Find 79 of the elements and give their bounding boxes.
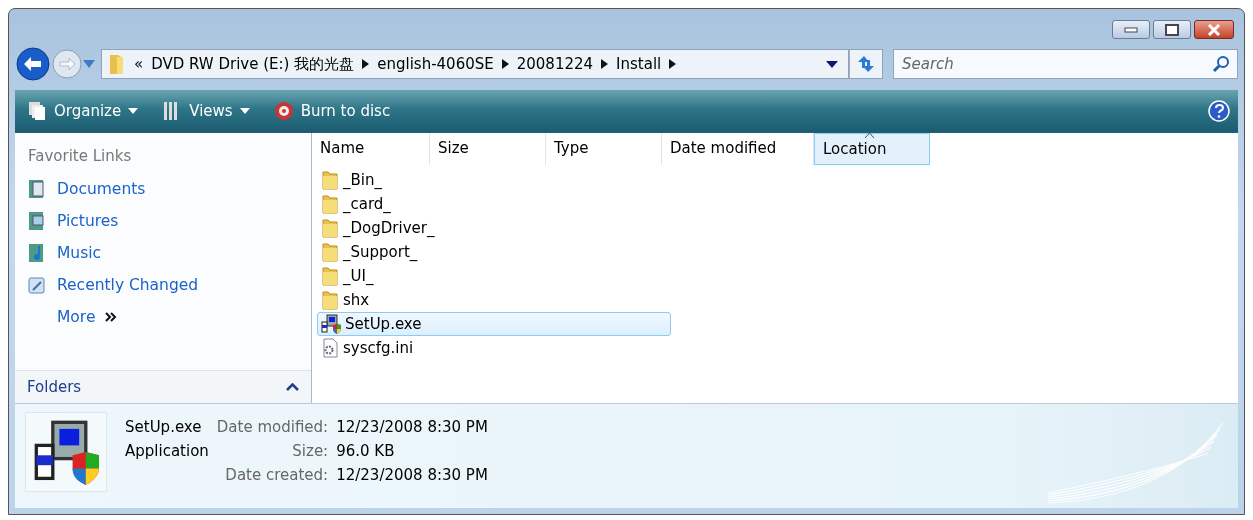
property-label: Date modified: [216,418,329,436]
file-row[interactable]: shx [317,288,671,312]
refresh-icon [856,55,876,73]
search-field[interactable]: Search [893,49,1238,79]
setup-program-icon [321,314,341,334]
folder-icon [321,266,339,286]
dropdown-caret-icon [239,108,250,114]
file-name: _card_ [343,195,391,213]
file-name: SetUp.exe [345,315,422,333]
file-row[interactable]: _DogDriver_ [317,216,671,240]
breadcrumb-segment[interactable]: english-4060SE [377,55,494,73]
back-button[interactable] [15,46,51,82]
file-row[interactable]: _Support_ [317,240,671,264]
folders-bar[interactable]: Folders [15,370,311,403]
folder-icon [321,242,339,262]
file-name: _Support_ [343,243,418,261]
pages-icon [27,101,47,121]
folder-icon [108,53,126,75]
breadcrumb-segment[interactable]: DVD RW Drive (E:) 我的光盘 [151,54,355,74]
maximize-button[interactable] [1153,20,1191,39]
settings-file-icon [321,338,339,358]
setup-program-icon [33,419,99,485]
more-link[interactable]: More [15,301,130,333]
file-row[interactable]: _card_ [317,192,671,216]
folders-label: Folders [27,378,82,396]
favorite-link[interactable]: Pictures [15,205,131,237]
folder-icon [321,194,339,214]
file-name: syscfg.ini [343,339,414,357]
documents-icon [27,178,47,200]
property-label: Size: [291,442,329,460]
breadcrumb-segment[interactable]: Install [616,55,662,73]
file-name: _UI_ [343,267,374,285]
file-row[interactable]: SetUp.exe [317,312,671,336]
property-value: 96.0 KB [336,442,396,460]
property-value: 12/23/2008 8:30 PM [336,418,488,436]
file-row[interactable]: syscfg.ini [317,336,671,360]
dropdown-icon[interactable] [826,60,838,68]
breadcrumb-segment[interactable]: 20081224 [516,55,594,73]
file-name: shx [343,291,370,309]
file-name: _DogDriver_ [343,219,435,237]
collapse-chevron-icon [286,383,299,391]
file-type: Application [125,442,209,460]
file-name: _Bin_ [343,171,382,189]
minimize-icon [1124,26,1138,33]
minimize-button[interactable] [1112,20,1150,39]
section-heading: Favorite Links [27,146,133,165]
file-row[interactable]: _Bin_ [317,168,671,192]
recent-folder-icon [27,274,47,296]
toolbar-button[interactable]: Organize [23,97,143,125]
toolbar-button[interactable]: Views [158,97,254,125]
property-label: Date created: [224,466,329,484]
breadcrumb-arrow-icon[interactable] [601,59,609,69]
property-value: 12/23/2008 8:30 PM [336,466,488,484]
toolbar-button[interactable]: Burn to disc [269,97,395,125]
history-dropdown-icon[interactable] [83,60,95,68]
maximize-icon [1165,23,1179,36]
breadcrumb-arrow-icon[interactable] [669,59,677,69]
disc-icon [273,101,294,121]
pictures-icon [27,210,47,232]
close-icon [1206,23,1222,36]
folder-icon [321,290,339,310]
folder-icon [321,218,339,238]
breadcrumb-arrow-icon[interactable] [501,59,509,69]
favorite-link[interactable]: Recently Changed [15,269,211,301]
column-header[interactable]: Location [814,133,930,165]
file-row[interactable]: _UI_ [317,264,671,288]
refresh-button[interactable] [849,49,883,79]
breadcrumb-arrow-icon[interactable] [362,59,370,69]
dropdown-caret-icon [128,108,139,114]
help-icon[interactable] [1208,100,1230,122]
close-button[interactable] [1194,20,1234,39]
favorite-link[interactable]: Music [15,237,114,269]
file-name: SetUp.exe [125,418,203,436]
address-bar[interactable]: « DVD RW Drive (E:) 我的光盘 english-4060SE 20081224 Install [101,49,849,79]
double-chevron-icon [105,312,118,322]
search-icon [1212,55,1230,73]
favorite-link[interactable]: Documents [15,173,158,205]
folder-icon [321,170,339,190]
breadcrumb-overflow[interactable]: « [134,55,144,73]
